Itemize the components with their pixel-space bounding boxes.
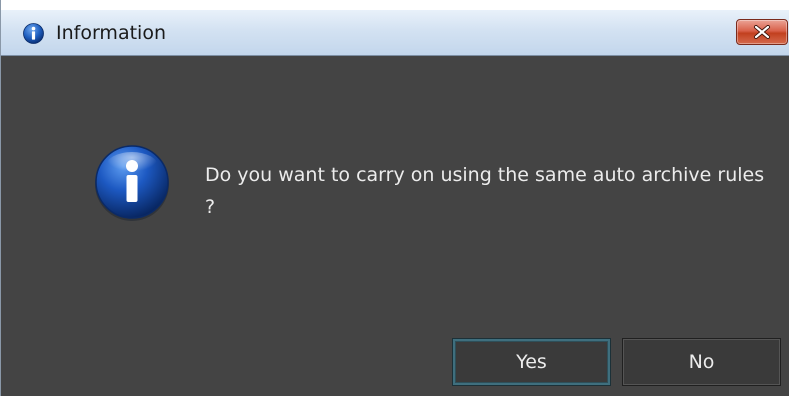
- no-button[interactable]: No: [622, 338, 781, 386]
- info-icon: [23, 23, 44, 44]
- title-bar[interactable]: Information: [1, 10, 789, 56]
- close-icon: [754, 25, 770, 39]
- yes-button[interactable]: Yes: [452, 338, 611, 386]
- window-title: Information: [56, 22, 166, 44]
- info-icon: [93, 144, 171, 222]
- dialog-message: Do you want to carry on using the same a…: [205, 164, 765, 218]
- information-dialog: Information Do you want to carry on usin…: [0, 0, 789, 396]
- close-button[interactable]: [736, 19, 788, 45]
- dialog-body: Do you want to carry on using the same a…: [1, 56, 789, 396]
